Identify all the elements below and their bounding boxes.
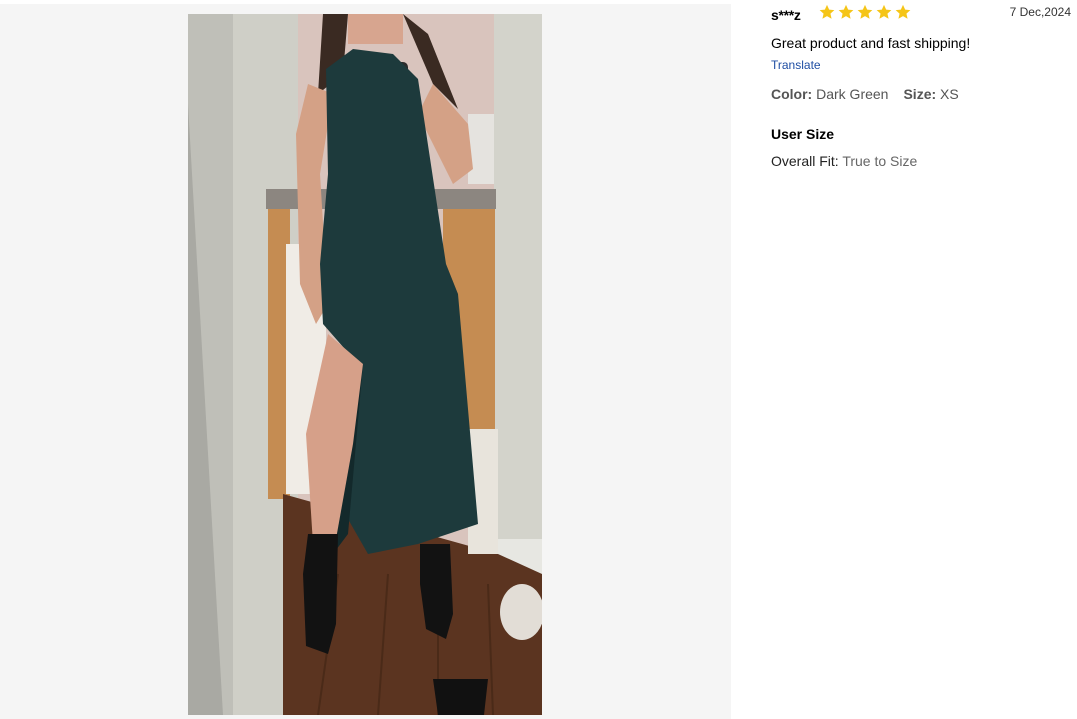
star-icon: [857, 4, 873, 19]
attribute-size: Size: XS: [903, 86, 958, 102]
user-size-title: User Size: [771, 126, 835, 142]
review-photo[interactable]: [188, 14, 542, 715]
review-header: s***z 7 Dec,2024: [771, 0, 1071, 28]
reviewer-name: s***z: [771, 7, 801, 23]
attribute-color: Color: Dark Green: [771, 86, 888, 102]
star-icon: [819, 4, 835, 19]
attribute-label: Size:: [903, 86, 937, 102]
review-attributes: Color: Dark Green Size: XS: [771, 86, 1071, 102]
star-icon: [876, 4, 892, 19]
review-image-panel: [0, 4, 731, 719]
attribute-label: Color:: [771, 86, 813, 102]
review-photo-illustration: [188, 14, 542, 715]
fit-label: Overall Fit:: [771, 153, 839, 169]
fit-value: True to Size: [842, 153, 918, 169]
review-date: 7 Dec,2024: [1009, 5, 1071, 19]
review-panel: s***z 7 Dec,2024 Great product and fast …: [771, 0, 1071, 169]
star-icon: [895, 4, 911, 19]
overall-fit: Overall Fit: True to Size: [771, 153, 1071, 169]
star-rating: [818, 3, 912, 21]
translate-link[interactable]: Translate: [771, 58, 821, 72]
attribute-value: XS: [940, 86, 959, 102]
star-icon: [838, 4, 854, 19]
attribute-value: Dark Green: [816, 86, 889, 102]
review-text: Great product and fast shipping!: [771, 35, 971, 51]
